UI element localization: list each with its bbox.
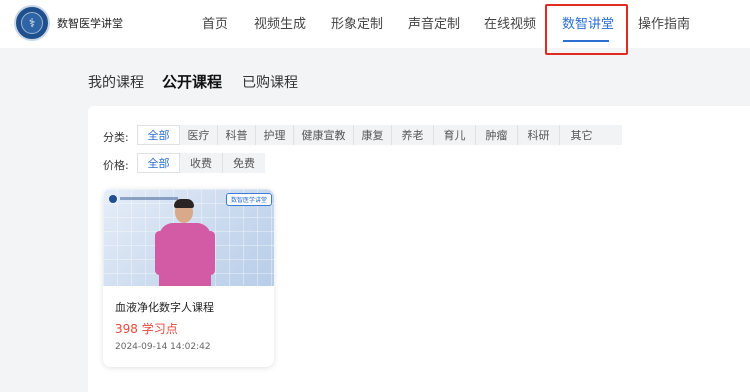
course-price: 398 学习点 [115,322,178,336]
price-chip-paid[interactable]: 收费 [180,153,223,173]
nav-avatar-custom[interactable]: 形象定制 [331,13,383,32]
tab-purchased-courses[interactable]: 已购课程 [242,72,298,92]
presenter-figure [174,199,194,208]
tab-my-courses[interactable]: 我的课程 [88,72,144,92]
category-chip-science[interactable]: 科普 [218,125,256,145]
nav-voice-custom[interactable]: 声音定制 [408,13,460,32]
course-thumbnail[interactable]: 数智医学讲堂 [103,189,274,286]
category-chip-oncology[interactable]: 肿瘤 [476,125,518,145]
nav-guide[interactable]: 操作指南 [638,13,690,32]
category-filter-bar: 全部 医疗 科普 护理 健康宣教 康复 养老 育儿 肿瘤 科研 其它 [137,125,622,145]
category-chip-rehab[interactable]: 康复 [354,125,392,145]
thumbnail-org-text-bar [120,197,178,200]
top-header: ⚕ 数智医学讲堂 首页 视频生成 形象定制 声音定制 在线视频 数智讲堂 操作指… [0,0,750,55]
highlight-annotation-box [545,4,628,55]
category-chip-other[interactable]: 其它 [560,125,603,145]
category-chip-research[interactable]: 科研 [518,125,560,145]
category-chip-medical[interactable]: 医疗 [180,125,218,145]
price-filter-label: 价格: [103,159,129,172]
category-chip-health-education[interactable]: 健康宣教 [294,125,354,145]
nav-online-video[interactable]: 在线视频 [484,13,536,32]
nav-home[interactable]: 首页 [202,13,228,32]
course-card[interactable]: 数智医学讲堂 血液净化数字人课程 398 学习点 2024-09-14 14:0… [103,189,274,367]
thumbnail-brand-tag: 数智医学讲堂 [226,193,273,206]
category-chip-nursing[interactable]: 护理 [256,125,294,145]
category-chip-parenting[interactable]: 育儿 [434,125,476,145]
course-date: 2024-09-14 14:02:42 [115,342,211,352]
price-filter-bar: 全部 收费 免费 [137,153,265,173]
tab-public-courses[interactable]: 公开课程 [162,71,222,92]
presenter-figure [159,223,211,286]
course-title[interactable]: 血液净化数字人课程 [115,299,214,315]
price-chip-all[interactable]: 全部 [137,153,180,173]
emblem-icon[interactable]: ⚕ [14,5,50,41]
price-chip-free[interactable]: 免费 [223,153,265,173]
category-chip-all[interactable]: 全部 [137,125,180,145]
category-filter-label: 分类: [103,131,129,144]
thumbnail-emblem-icon [109,195,117,203]
category-chip-elderly-care[interactable]: 养老 [392,125,434,145]
brand-name[interactable]: 数智医学讲堂 [57,15,123,31]
nav-video-generation[interactable]: 视频生成 [254,13,306,32]
